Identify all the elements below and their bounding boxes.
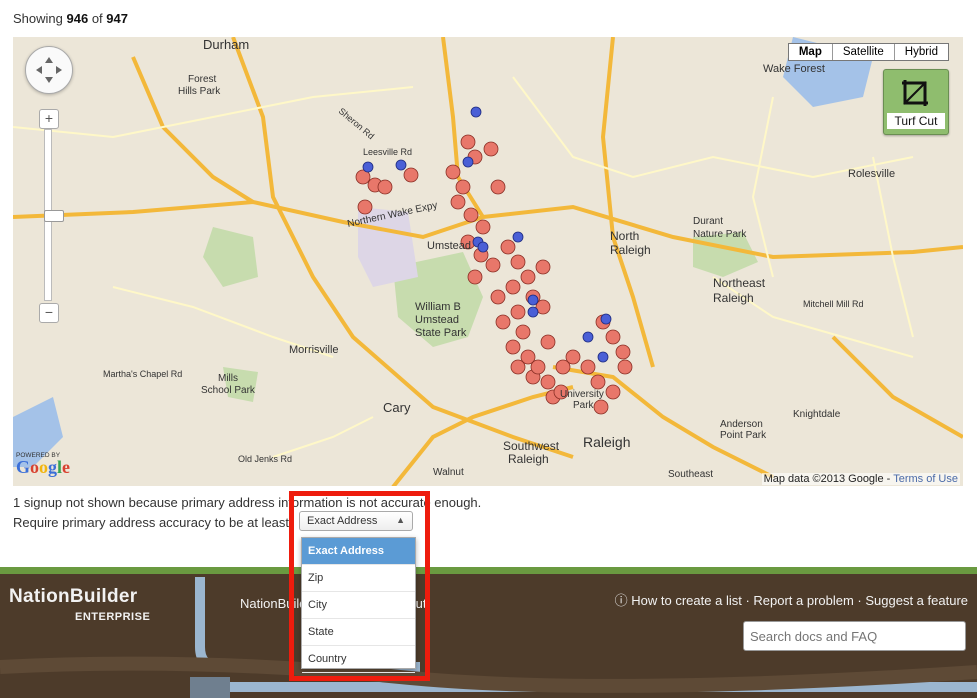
- zoom-out-button[interactable]: −: [39, 303, 59, 323]
- svg-text:Rolesville: Rolesville: [848, 168, 895, 180]
- option-zip[interactable]: Zip: [302, 565, 415, 592]
- option-city[interactable]: City: [302, 592, 415, 619]
- svg-text:State Park: State Park: [415, 327, 467, 339]
- zoom-slider-track[interactable]: [44, 129, 64, 301]
- map-canvas[interactable]: Durham Forest Hills Park Wake Forest Rol…: [13, 37, 963, 486]
- svg-text:Durant: Durant: [693, 216, 723, 227]
- accuracy-label: Require primary address accuracy to be a…: [13, 515, 293, 530]
- help-links-text[interactable]: How to create a list · Report a problem …: [631, 593, 968, 608]
- option-country[interactable]: Country: [302, 646, 415, 673]
- svg-text:Southeast: Southeast: [668, 469, 713, 480]
- terms-of-use-link[interactable]: Terms of Use: [893, 473, 958, 485]
- svg-text:Leesville Rd: Leesville Rd: [363, 147, 412, 157]
- svg-text:Old Jenks Rd: Old Jenks Rd: [238, 454, 292, 464]
- help-links: ⓘ How to create a list · Report a proble…: [615, 590, 968, 609]
- result-count: Showing 946 of 947: [13, 11, 128, 26]
- svg-text:Park: Park: [573, 400, 595, 411]
- svg-text:Anderson: Anderson: [720, 419, 763, 430]
- docs-search-input[interactable]: [743, 621, 966, 651]
- footer: NationBuilder ENTERPRISE NationBuilder a…: [0, 567, 977, 698]
- google-logo: Google: [16, 457, 71, 477]
- map-type-satellite-button[interactable]: Satellite: [831, 44, 894, 60]
- zoom-in-button[interactable]: +: [39, 109, 59, 129]
- svg-text:Umstead: Umstead: [427, 240, 471, 252]
- svg-text:Durham: Durham: [203, 37, 249, 52]
- zoom-slider-thumb[interactable]: [44, 210, 64, 222]
- svg-text:Raleigh: Raleigh: [610, 243, 651, 257]
- pan-arrows-icon: [36, 57, 62, 83]
- svg-text:Mitchell Mill Rd: Mitchell Mill Rd: [803, 299, 864, 309]
- svg-text:Raleigh: Raleigh: [508, 452, 549, 466]
- accuracy-select[interactable]: Exact Address ▲: [299, 511, 413, 531]
- map-type-control: Map Satellite Hybrid: [787, 43, 949, 61]
- svg-text:Southwest: Southwest: [503, 439, 560, 453]
- svg-text:William B: William B: [415, 301, 461, 313]
- svg-text:North: North: [610, 229, 639, 243]
- accuracy-note: 1 signup not shown because primary addre…: [13, 495, 482, 510]
- info-icon: ⓘ: [614, 593, 628, 608]
- enterprise-label: ENTERPRISE: [75, 611, 151, 623]
- svg-text:Raleigh: Raleigh: [713, 291, 754, 305]
- pan-control[interactable]: [25, 46, 73, 94]
- svg-text:Morrisville: Morrisville: [289, 344, 339, 356]
- map-type-map-button[interactable]: Map: [789, 44, 832, 60]
- svg-text:Martha's Chapel Rd: Martha's Chapel Rd: [103, 369, 182, 379]
- svg-text:Raleigh: Raleigh: [583, 434, 630, 450]
- option-exact-address[interactable]: Exact Address: [302, 538, 415, 565]
- zoom-control[interactable]: + −: [39, 109, 64, 323]
- svg-text:Mills: Mills: [218, 373, 238, 384]
- map-type-hybrid-button[interactable]: Hybrid: [893, 44, 948, 60]
- nationbuilder-logo[interactable]: NationBuilder: [9, 586, 137, 608]
- accuracy-selected-value: Exact Address: [307, 515, 378, 527]
- accuracy-dropdown[interactable]: Exact Address Zip City State Country: [301, 537, 416, 673]
- svg-text:University: University: [560, 389, 604, 400]
- svg-text:Umstead: Umstead: [415, 314, 459, 326]
- turf-cut-label: Turf Cut: [887, 113, 945, 129]
- svg-text:Walnut: Walnut: [433, 467, 464, 478]
- svg-text:Nature Park: Nature Park: [693, 229, 747, 240]
- svg-text:Knightdale: Knightdale: [793, 409, 841, 420]
- svg-text:Hills Park: Hills Park: [178, 86, 221, 97]
- crop-icon: [902, 80, 928, 106]
- svg-text:Cary: Cary: [383, 400, 411, 415]
- svg-text:Point Park: Point Park: [720, 430, 767, 441]
- svg-text:Northeast: Northeast: [713, 276, 766, 290]
- option-state[interactable]: State: [302, 619, 415, 646]
- svg-text:Wake Forest: Wake Forest: [763, 63, 825, 75]
- map-view[interactable]: Durham Forest Hills Park Wake Forest Rol…: [13, 37, 963, 486]
- chevron-up-icon: ▲: [396, 515, 405, 525]
- turf-cut-button[interactable]: Turf Cut: [883, 69, 949, 135]
- map-attribution: Map data ©2013 Google - Terms of Use: [761, 473, 960, 485]
- svg-text:Forest: Forest: [188, 74, 217, 85]
- svg-text:School Park: School Park: [201, 385, 256, 396]
